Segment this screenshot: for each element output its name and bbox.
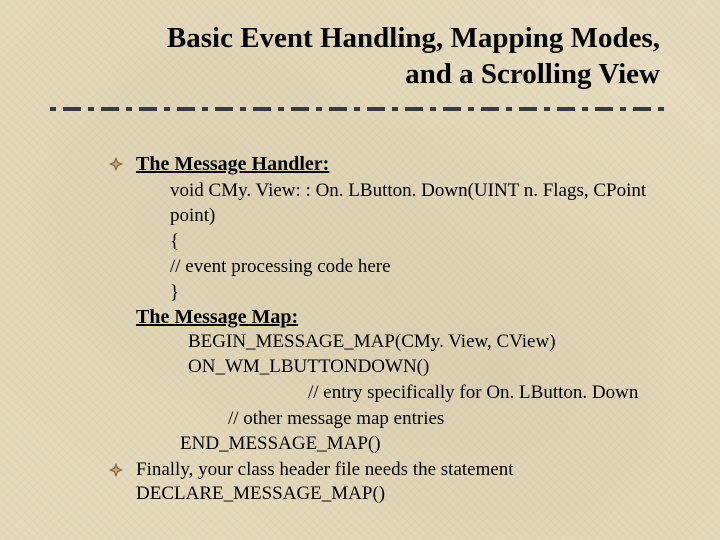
map-line-end: END_MESSAGE_MAP() [108, 431, 670, 457]
content-area: The Message Handler: void CMy. View: : O… [50, 153, 670, 505]
slide-title: Basic Event Handling, Mapping Modes, and… [50, 20, 670, 93]
bullet-icon [108, 462, 126, 480]
map-line-begin: BEGIN_MESSAGE_MAP(CMy. View, CView) [108, 329, 670, 355]
code-line-open-brace: { [108, 229, 670, 255]
title-line-2: and a Scrolling View [405, 58, 660, 90]
map-line-entry-comment: // entry specifically for On. LButton. D… [108, 380, 670, 406]
code-line-comment: // event processing code here [108, 254, 670, 280]
section-heading-handler: The Message Handler: [136, 153, 329, 176]
section-heading-map: The Message Map: [136, 306, 670, 329]
final-line-2: DECLARE_MESSAGE_MAP() [108, 483, 670, 505]
slide: Basic Event Handling, Mapping Modes, and… [0, 0, 720, 540]
bullet-item-1: The Message Handler: [108, 153, 670, 176]
map-line-other-comment: // other message map entries [108, 406, 670, 432]
divider-line [50, 107, 670, 111]
bullet-item-2: Finally, your class header file needs th… [108, 459, 670, 481]
bullet-icon [108, 156, 126, 174]
code-line-signature: void CMy. View: : On. LButton. Down(UINT… [108, 178, 670, 229]
map-line-onwm: ON_WM_LBUTTONDOWN() [108, 354, 670, 380]
title-line-1: Basic Event Handling, Mapping Modes, [167, 22, 660, 54]
final-line-1: Finally, your class header file needs th… [136, 459, 514, 481]
code-line-close-brace: } [108, 280, 670, 306]
